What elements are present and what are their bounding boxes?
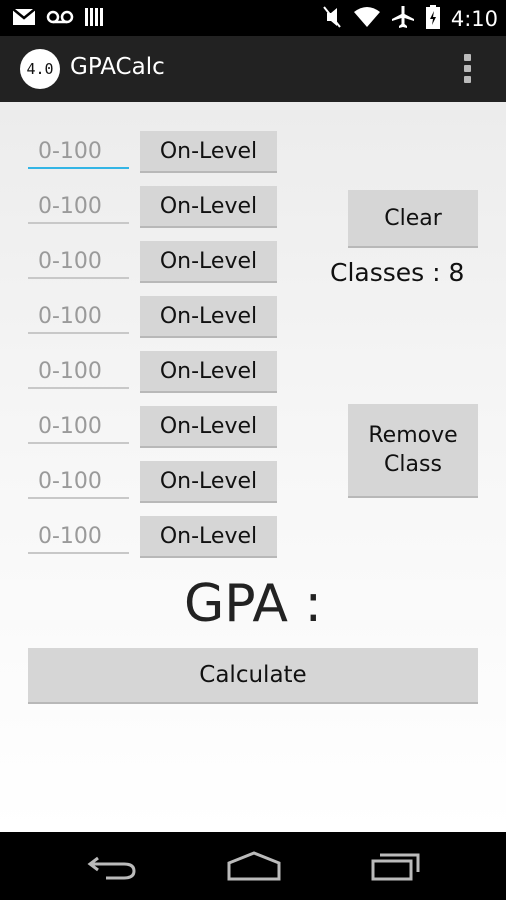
- class-row: On-Level: [28, 131, 278, 175]
- main-content: On-Level On-Level On-Level On-Level On-L…: [0, 102, 506, 832]
- gpa-label: GPA :: [184, 574, 322, 634]
- remove-class-button[interactable]: Remove Class: [348, 404, 478, 498]
- grade-input[interactable]: [28, 465, 129, 499]
- level-button[interactable]: On-Level: [140, 131, 277, 173]
- system-icons: 4:10: [321, 4, 498, 34]
- remove-class-label-line2: Class: [384, 452, 442, 477]
- level-button[interactable]: On-Level: [140, 186, 277, 228]
- classes-count: Classes : 8: [330, 258, 465, 287]
- action-bar: 4.0 GPACalc: [0, 36, 506, 103]
- class-row: On-Level: [28, 406, 278, 450]
- airplane-icon: [391, 5, 415, 33]
- level-button[interactable]: On-Level: [140, 241, 277, 283]
- app-title: GPACalc: [70, 54, 165, 80]
- level-button[interactable]: On-Level: [140, 461, 277, 503]
- gmail-icon: [12, 7, 36, 31]
- remove-class-label-line1: Remove: [368, 423, 458, 448]
- level-button[interactable]: On-Level: [140, 296, 277, 338]
- back-icon[interactable]: [86, 850, 138, 886]
- home-icon[interactable]: [226, 850, 282, 886]
- grade-input[interactable]: [28, 190, 129, 224]
- grade-input[interactable]: [28, 410, 129, 444]
- level-button[interactable]: On-Level: [140, 351, 277, 393]
- clear-button[interactable]: Clear: [348, 190, 478, 248]
- class-row: On-Level: [28, 516, 278, 560]
- app-logo: 4.0: [20, 49, 60, 89]
- class-row: On-Level: [28, 186, 278, 230]
- notification-icons: [12, 6, 104, 32]
- grade-input[interactable]: [28, 355, 129, 389]
- grade-input[interactable]: [28, 245, 129, 279]
- level-button[interactable]: On-Level: [140, 516, 277, 558]
- calculate-button[interactable]: Calculate: [28, 648, 478, 704]
- signal-bars-icon: [84, 6, 104, 32]
- class-row: On-Level: [28, 351, 278, 395]
- grade-input[interactable]: [28, 300, 129, 334]
- mute-icon: [321, 5, 343, 33]
- grade-input[interactable]: [28, 520, 129, 554]
- battery-icon: [425, 4, 441, 34]
- class-row: On-Level: [28, 461, 278, 505]
- overflow-menu-icon[interactable]: [464, 54, 472, 84]
- status-time: 4:10: [450, 7, 498, 31]
- navigation-bar: [0, 832, 506, 900]
- class-row: On-Level: [28, 241, 278, 285]
- voicemail-icon: [46, 7, 74, 31]
- grade-input[interactable]: [28, 135, 129, 169]
- wifi-icon: [353, 5, 381, 33]
- recent-apps-icon[interactable]: [370, 850, 422, 886]
- level-button[interactable]: On-Level: [140, 406, 277, 448]
- status-bar: 4:10: [0, 0, 506, 36]
- class-row: On-Level: [28, 296, 278, 340]
